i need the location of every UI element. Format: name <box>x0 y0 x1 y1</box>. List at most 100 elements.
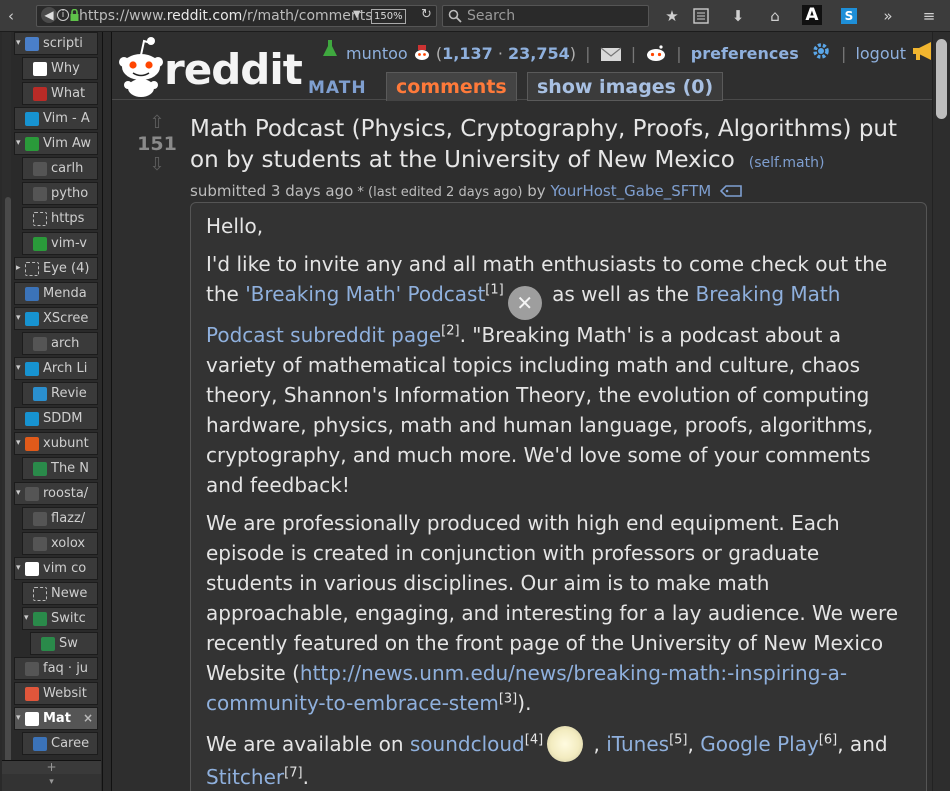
sidebar-tab[interactable]: ▾ Vim Aw <box>14 132 98 155</box>
post-score: 151 <box>137 133 177 155</box>
upvote-arrow-icon[interactable]: ⇧ <box>136 114 178 132</box>
sidebar-tab[interactable]: The N <box>22 457 98 480</box>
sidebar-tab[interactable]: vim-v <box>22 232 98 255</box>
stitcher-link[interactable]: Stitcher <box>206 765 284 789</box>
sidebar-tab[interactable]: ▾ Mat × <box>14 707 98 730</box>
link-karma[interactable]: 1,137 <box>442 44 493 63</box>
sidebar-tab[interactable]: faq · ju <box>14 657 98 680</box>
sidebar-tab[interactable]: ▾ vim co <box>14 557 98 580</box>
url-text[interactable]: https://www.reddit.com/r/math/comments <box>79 8 373 24</box>
username-link[interactable]: muntoo <box>346 44 408 63</box>
dropdown-icon[interactable]: ▼ <box>353 9 361 20</box>
zoom-indicator[interactable]: 150% <box>371 9 406 24</box>
bookmark-star-icon[interactable]: ★ <box>662 5 682 27</box>
sidebar-tab[interactable]: ▾ XScree <box>14 307 98 330</box>
tree-twisty-icon[interactable]: ▾ <box>16 483 21 504</box>
page-scrollbar[interactable] <box>932 32 950 791</box>
tree-twisty-icon[interactable]: ▾ <box>16 133 21 154</box>
url-bar[interactable]: ◀ i https://www.reddit.com/r/math/commen… <box>36 5 437 27</box>
sidebar-tab[interactable]: arch <box>22 332 98 355</box>
sidebar-tab[interactable]: Menda <box>14 282 98 305</box>
sidebar-tab[interactable]: Websit <box>14 682 98 705</box>
tree-twisty-icon[interactable]: ▾ <box>16 708 21 729</box>
info-icon[interactable]: i <box>57 9 69 21</box>
sidebar-tab[interactable]: Newe <box>22 582 98 605</box>
itunes-link[interactable]: iTunes <box>606 732 669 756</box>
tab-show-images[interactable]: show images (0) <box>527 72 724 101</box>
sidebar-tab[interactable]: https <box>22 207 98 230</box>
link-footnote: [6] <box>818 732 838 748</box>
tree-twisty-icon[interactable]: ▾ <box>16 308 21 329</box>
sidebar-tab[interactable]: carlh <box>22 157 98 180</box>
downvote-arrow-icon[interactable]: ⇩ <box>136 156 178 174</box>
reddit-logo[interactable]: reddit <box>164 46 303 94</box>
author-link[interactable]: YourHost_Gabe_SFTM <box>550 182 711 200</box>
sidebar-tab[interactable]: pytho <box>22 182 98 205</box>
sidebar-tab[interactable]: Caree <box>22 732 98 755</box>
reddit-alien-icon[interactable] <box>116 35 166 97</box>
sidebar-tab[interactable]: ▾ scripti <box>14 32 98 55</box>
body-paragraph: I'd like to invite any and all math enth… <box>206 249 911 500</box>
body-text: , <box>587 732 607 756</box>
sidebar-tab[interactable]: What <box>22 82 98 105</box>
sidebar-tab[interactable]: ▾ xubunt <box>14 432 98 455</box>
page-scroll-thumb[interactable] <box>936 39 947 119</box>
tree-twisty-icon[interactable]: ▾ <box>16 358 21 379</box>
gear-icon[interactable] <box>810 40 832 62</box>
sidebar-tab-title: xolox <box>51 536 86 551</box>
sidebar-tab[interactable]: flazz/ <box>22 507 98 530</box>
post-domain[interactable]: (self.math) <box>735 155 825 171</box>
google-play-link[interactable]: Google Play <box>700 732 819 756</box>
sidebar-tab[interactable]: Vim - A <box>14 107 98 130</box>
close-icon[interactable]: ✕ <box>507 286 542 320</box>
sidebar-tab[interactable]: Why <box>22 57 98 80</box>
logout-link[interactable]: logout <box>855 44 906 63</box>
sidebar-tab[interactable]: ▾ roosta/ <box>14 482 98 505</box>
post-tagline: submitted 3 days ago * (last edited 2 da… <box>190 182 920 200</box>
comment-karma[interactable]: 23,754 <box>508 44 570 63</box>
tree-twisty-icon[interactable]: ▾ <box>16 433 21 454</box>
tree-twisty-icon[interactable]: ▸ <box>16 258 21 279</box>
menu-icon[interactable]: ≡ <box>918 5 940 27</box>
home-icon[interactable]: ⌂ <box>764 5 786 27</box>
soundcloud-link[interactable]: soundcloud <box>410 732 525 756</box>
font-extension-icon[interactable]: A <box>802 5 822 25</box>
back-chevron-icon[interactable]: ‹ <box>4 5 18 27</box>
download-icon[interactable]: ⬇ <box>727 5 749 27</box>
lock-icon <box>70 9 79 21</box>
sidebar-tab[interactable]: ▾ Switc <box>22 607 98 630</box>
new-tab-button[interactable]: + <box>2 760 101 774</box>
sidebar-tab-title: Eye (4) <box>43 261 90 276</box>
sidebar-menu-arrow-icon[interactable]: ▾ <box>2 774 101 791</box>
sidebar-tab-title: arch <box>51 336 80 351</box>
sidebar-scroll-thumb[interactable] <box>5 197 11 772</box>
modmail-alien-icon[interactable] <box>645 44 667 62</box>
breaking-math-podcast-link[interactable]: 'Breaking Math' Podcast <box>245 282 485 306</box>
sidebar-tab[interactable]: Revie <box>22 382 98 405</box>
search-bar[interactable]: Search <box>442 5 649 27</box>
submitted-time: submitted 3 days ago <box>190 182 354 200</box>
sidebar-tab[interactable]: xolox <box>22 532 98 555</box>
sidebar-tab[interactable]: ▾ Arch Li <box>14 357 98 380</box>
tag-icon[interactable] <box>719 185 742 197</box>
mail-icon[interactable] <box>600 46 622 62</box>
back-button[interactable]: ◀ <box>41 7 57 23</box>
search-input[interactable]: Search <box>467 8 515 24</box>
preferences-link[interactable]: preferences <box>691 44 799 63</box>
tree-twisty-icon[interactable]: ▾ <box>16 33 21 54</box>
subreddit-link[interactable]: MATH <box>308 78 367 98</box>
tree-twisty-icon[interactable]: ▾ <box>16 558 21 579</box>
expando-circle-icon[interactable] <box>547 726 584 762</box>
sidebar-tab-title: flazz/ <box>51 511 86 526</box>
tree-twisty-icon[interactable]: ▾ <box>24 608 29 629</box>
reload-icon[interactable]: ↻ <box>421 7 432 22</box>
sidebar-scrollbar[interactable] <box>2 32 11 791</box>
reader-list-icon[interactable] <box>690 5 712 27</box>
sidebar-tab[interactable]: SDDM <box>14 407 98 430</box>
tab-comments[interactable]: comments <box>386 72 517 101</box>
overflow-chevron-icon[interactable]: » <box>878 5 898 27</box>
sidebar-tab[interactable]: Sw <box>30 632 98 655</box>
s-extension-icon[interactable]: S <box>841 8 857 24</box>
close-tab-icon[interactable]: × <box>83 708 93 729</box>
sidebar-tab[interactable]: ▸ Eye (4) <box>14 257 98 280</box>
